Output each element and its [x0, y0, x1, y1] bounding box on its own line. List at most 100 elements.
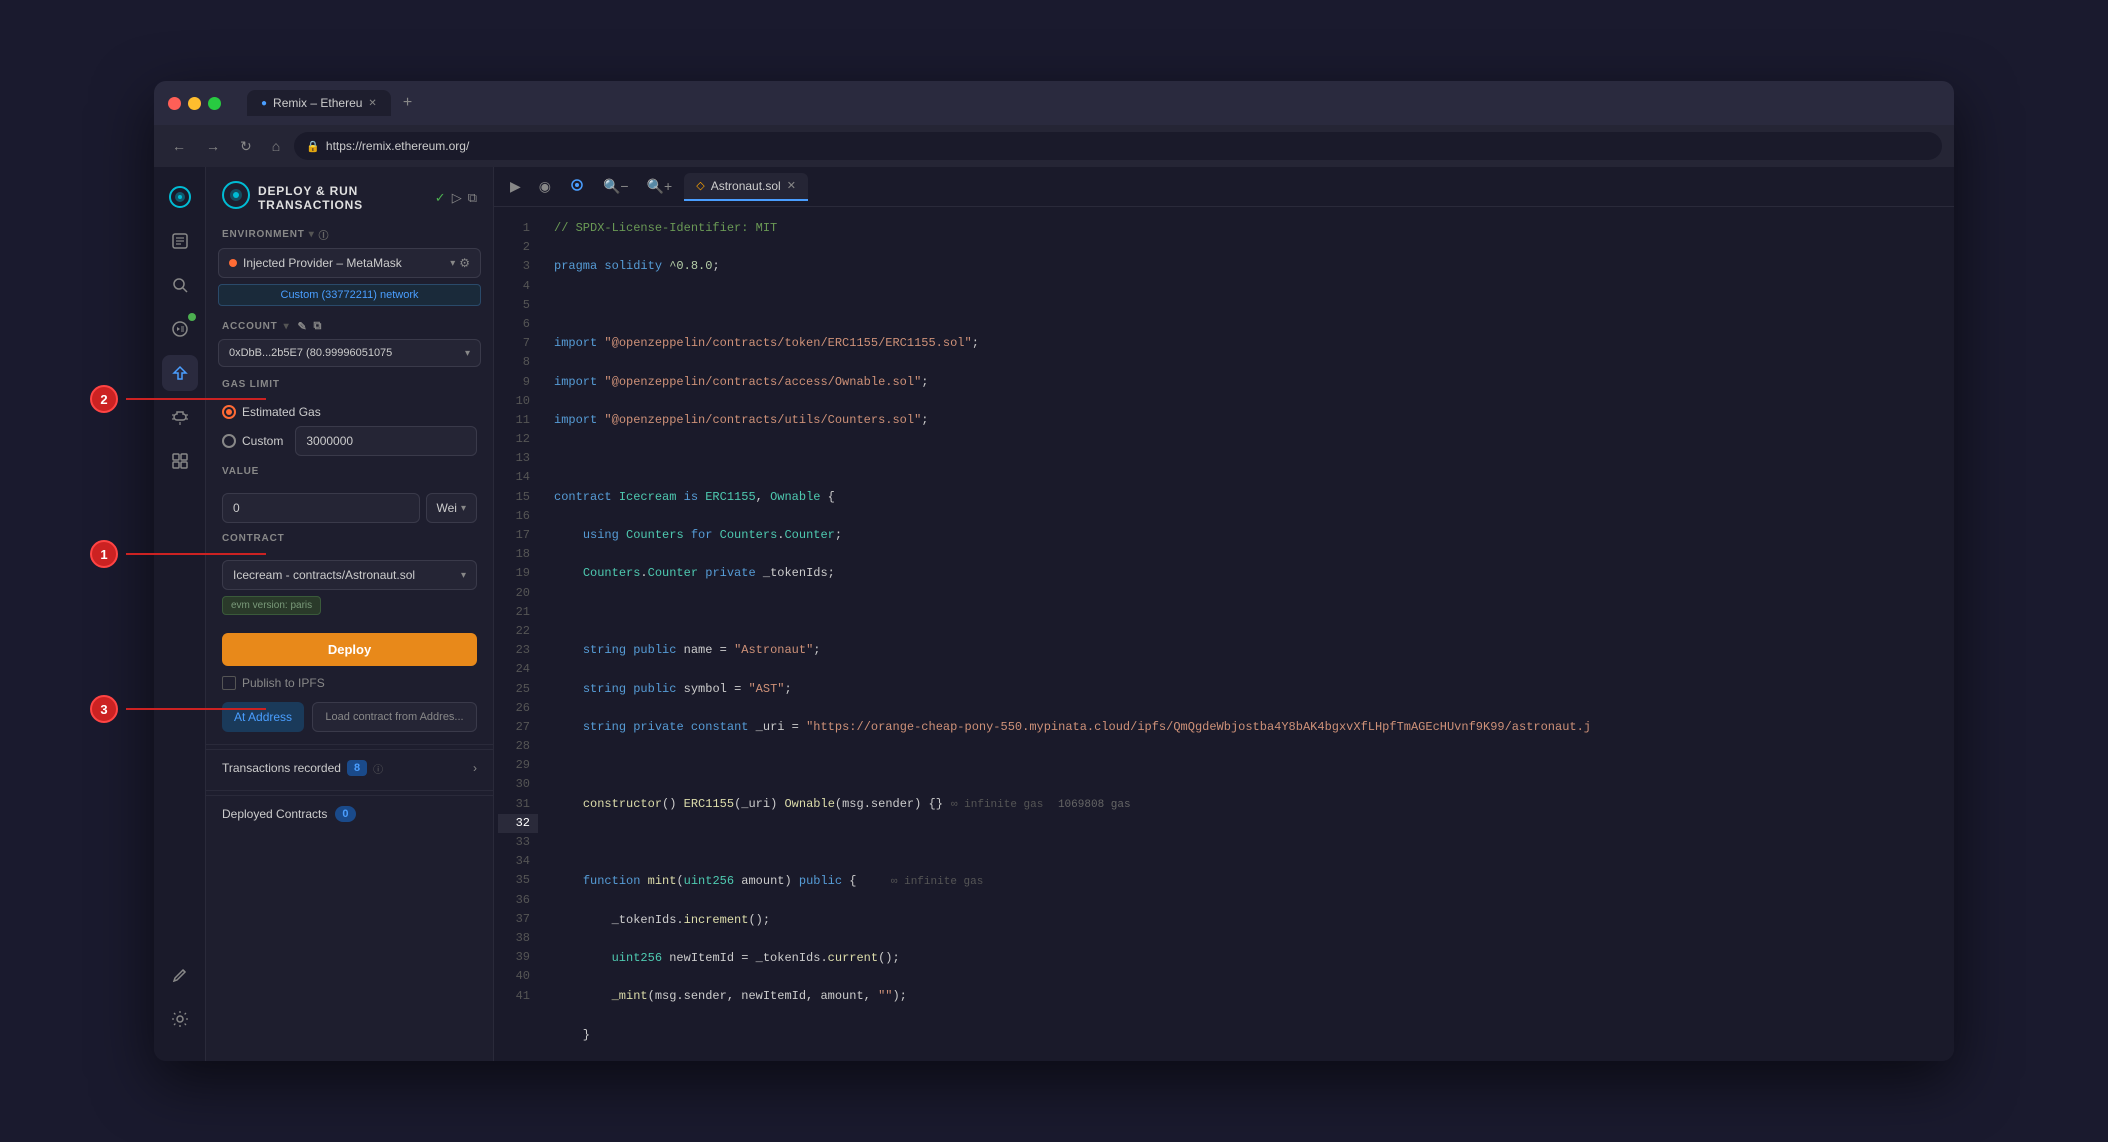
gas-limit-label: GAS LIMIT — [206, 373, 493, 394]
line-num-10: 10 — [506, 392, 530, 411]
contract-select[interactable]: Icecream - contracts/Astronaut.sol ▾ — [222, 560, 477, 590]
line-num-39: 39 — [506, 948, 530, 967]
value-input[interactable] — [222, 493, 420, 523]
environment-select[interactable]: Injected Provider – MetaMask ▾ ⚙ — [218, 248, 481, 278]
line-num-7: 7 — [506, 334, 530, 353]
line-num-4: 4 — [506, 277, 530, 296]
load-contract-button[interactable]: Load contract from Addres... — [312, 702, 477, 732]
watch-button[interactable] — [563, 173, 591, 200]
sidebar-item-compile[interactable] — [162, 311, 198, 347]
home-button[interactable]: ⌂ — [266, 134, 286, 158]
code-line-22: } — [554, 1026, 1938, 1045]
file-tab-astronaut[interactable]: ◇ Astronaut.sol ✕ — [684, 173, 808, 201]
estimated-gas-label: Estimated Gas — [242, 405, 321, 419]
code-line-3 — [554, 296, 1938, 315]
deployed-count-badge: 0 — [335, 806, 355, 822]
sidebar-item-deploy[interactable] — [162, 355, 198, 391]
zoom-out-button[interactable]: 🔍− — [597, 174, 635, 199]
divider-2 — [206, 790, 493, 791]
code-content[interactable]: // SPDX-License-Identifier: MIT pragma s… — [538, 207, 1954, 1061]
line-num-17: 17 — [506, 526, 530, 545]
active-tab[interactable]: ● Remix – Ethereu ✕ — [247, 90, 391, 116]
info-icon-tx[interactable]: ⓘ — [373, 761, 383, 776]
traffic-lights — [168, 97, 221, 110]
deployed-contracts-row: Deployed Contracts 0 — [206, 795, 493, 832]
line-num-41: 41 — [506, 987, 530, 1006]
new-tab-button[interactable]: + — [395, 90, 420, 116]
reload-button[interactable]: ↻ — [234, 134, 258, 159]
line-num-31: 31 — [506, 795, 530, 814]
code-line-14: string private constant _uri = "https://… — [554, 718, 1938, 737]
code-line-15 — [554, 756, 1938, 775]
at-address-button[interactable]: At Address — [222, 702, 304, 732]
code-line-16: constructor() ERC1155(_uri) Ownable(msg.… — [554, 795, 1938, 815]
sidebar-item-files[interactable] — [162, 223, 198, 259]
forward-button[interactable]: → — [200, 134, 226, 158]
custom-gas-radio[interactable] — [222, 434, 236, 448]
line-num-32: 32 — [498, 814, 538, 833]
tab-title: Remix – Ethereu — [273, 96, 362, 110]
line-num-27: 27 — [506, 718, 530, 737]
copy-account-icon[interactable]: ⧉ — [313, 320, 322, 333]
minimize-button[interactable] — [188, 97, 201, 110]
editor-body: 1 2 3 4 5 6 7 8 9 10 11 12 13 14 15 16 1 — [494, 207, 1954, 1061]
unit-select[interactable]: Wei ▾ — [426, 493, 477, 523]
estimated-gas-radio[interactable] — [222, 405, 236, 419]
evm-badge: evm version: paris — [222, 590, 477, 619]
line-num-5: 5 — [506, 296, 530, 315]
line-num-33: 33 — [506, 833, 530, 852]
popout-icon[interactable]: ⧉ — [468, 190, 477, 206]
panel-controls: ✓ ▷ ⧉ — [435, 190, 477, 206]
code-line-19: _tokenIds.increment(); — [554, 911, 1938, 930]
dropdown-arrow-env: ▾ — [309, 229, 315, 240]
address-bar[interactable]: 🔒 https://remix.ethereum.org/ — [294, 132, 1942, 160]
transactions-left: Transactions recorded 8 ⓘ — [222, 760, 383, 776]
deploy-panel: DEPLOY & RUNTRANSACTIONS ✓ ▷ ⧉ ENVIRONME… — [206, 167, 494, 1061]
code-line-13: string public symbol = "AST"; — [554, 680, 1938, 699]
sidebar-item-settings[interactable] — [162, 1001, 198, 1037]
info-icon-env[interactable]: ⓘ — [319, 227, 330, 242]
panel-title: DEPLOY & RUNTRANSACTIONS — [258, 184, 427, 212]
expand-icon[interactable]: ▷ — [452, 190, 462, 206]
main-content: DEPLOY & RUNTRANSACTIONS ✓ ▷ ⧉ ENVIRONME… — [154, 167, 1954, 1061]
custom-gas-input[interactable] — [295, 426, 477, 456]
editor-toolbar: ▶ ◉ 🔍− 🔍+ ◇ Astronaut.sol ✕ — [494, 167, 1954, 207]
code-line-17 — [554, 833, 1938, 852]
custom-gas-option[interactable]: Custom — [222, 431, 283, 451]
file-tab-close-icon[interactable]: ✕ — [787, 179, 796, 192]
panel-logo-icon — [222, 181, 250, 215]
chevron-right-icon: › — [473, 761, 477, 775]
env-settings-icon[interactable]: ⚙ — [459, 256, 470, 270]
code-line-20: uint256 newItemId = _tokenIds.current(); — [554, 949, 1938, 968]
close-button[interactable] — [168, 97, 181, 110]
account-select[interactable]: 0xDbB...2b5E7 (80.99996051075 ▾ — [218, 339, 481, 367]
tab-close-icon[interactable]: ✕ — [368, 98, 376, 109]
line-num-26: 26 — [506, 699, 530, 718]
tab-favicon: ● — [261, 98, 267, 109]
url-text: https://remix.ethereum.org/ — [326, 139, 469, 153]
stop-button[interactable]: ◉ — [533, 174, 557, 199]
zoom-in-button[interactable]: 🔍+ — [641, 174, 679, 199]
deploy-button[interactable]: Deploy — [222, 633, 477, 666]
back-button[interactable]: ← — [166, 134, 192, 158]
transactions-row[interactable]: Transactions recorded 8 ⓘ › — [206, 749, 493, 786]
publish-ipfs-checkbox[interactable] — [222, 676, 236, 690]
code-line-11 — [554, 603, 1938, 622]
tab-bar: ● Remix – Ethereu ✕ + — [247, 90, 420, 116]
account-chevron-icon: ▾ — [465, 348, 470, 359]
code-line-18: function mint(uint256 amount) public { ∞… — [554, 872, 1938, 892]
unit-chevron-icon: ▾ — [461, 503, 466, 514]
run-button[interactable]: ▶ — [504, 174, 527, 199]
sidebar-item-search[interactable] — [162, 267, 198, 303]
estimated-gas-option[interactable]: Estimated Gas — [222, 402, 477, 422]
sidebar-icons — [154, 167, 206, 1061]
sidebar-item-debug[interactable] — [162, 399, 198, 435]
sidebar-item-pen[interactable] — [162, 957, 198, 993]
maximize-button[interactable] — [208, 97, 221, 110]
sidebar-item-logo[interactable] — [162, 179, 198, 215]
edit-account-icon[interactable]: ✎ — [297, 320, 307, 333]
line-num-20: 20 — [506, 584, 530, 603]
transactions-label: Transactions recorded — [222, 761, 341, 775]
title-bar: ● Remix – Ethereu ✕ + — [154, 81, 1954, 125]
sidebar-item-plugins[interactable] — [162, 443, 198, 479]
